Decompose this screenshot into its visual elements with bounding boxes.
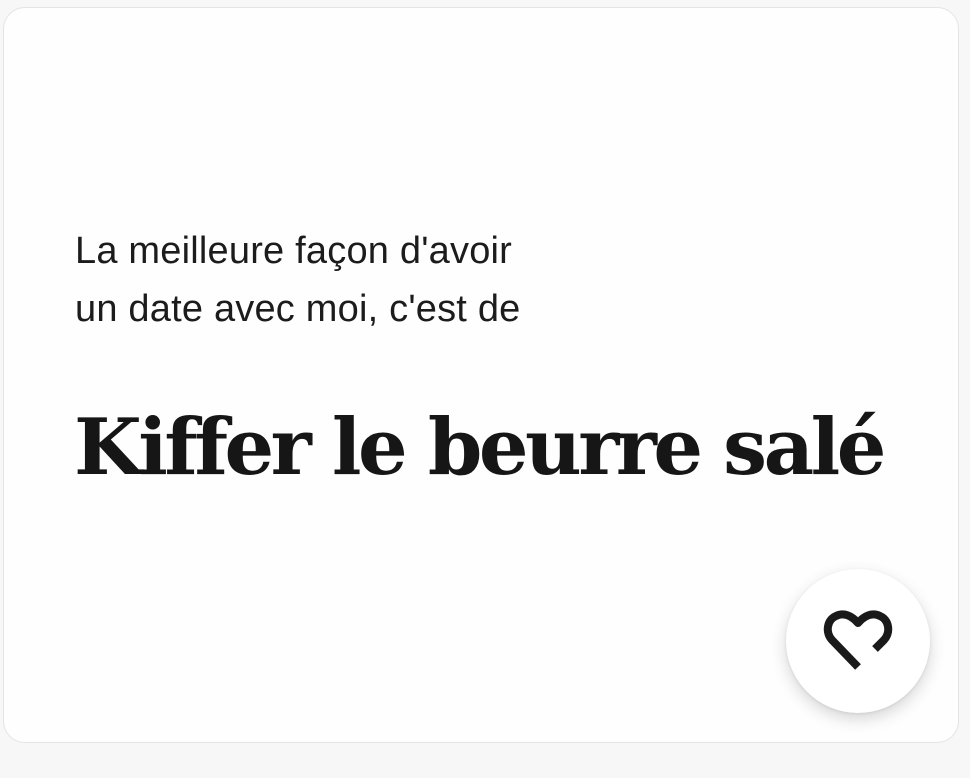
prompt-answer: Kiffer le beurre salé	[74, 402, 886, 493]
heart-icon	[823, 610, 893, 672]
page-background	[0, 748, 970, 778]
prompt-line-2: un date avec moi, c'est de	[75, 288, 521, 330]
prompt-line-1: La meilleure façon d'avoir	[75, 230, 513, 272]
prompt-question: La meilleure façon d'avoir un date avec …	[75, 222, 715, 338]
like-button[interactable]	[786, 569, 930, 713]
